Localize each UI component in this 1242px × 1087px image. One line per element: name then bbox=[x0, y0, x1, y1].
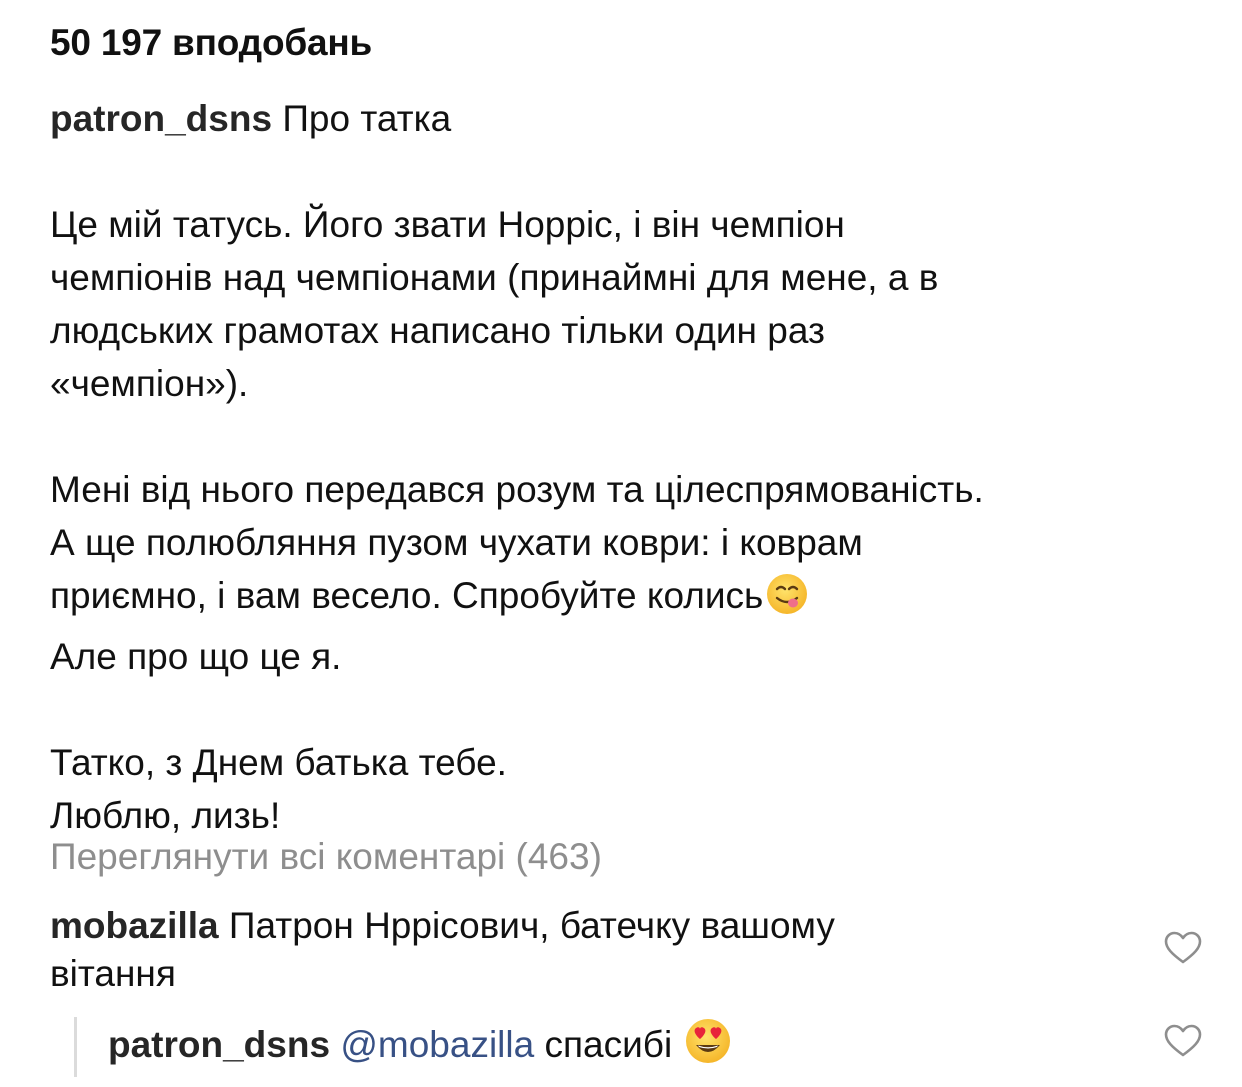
caption-author-username[interactable]: patron_dsns bbox=[50, 98, 272, 139]
caption-line-with-emoji: приємно, і вам весело. Спробуйте колись bbox=[50, 569, 1200, 630]
heart-eyes-emoji bbox=[684, 1017, 732, 1077]
heart-outline-icon bbox=[1164, 931, 1202, 964]
view-all-comments-link[interactable]: Переглянути всі коментарі (463) bbox=[50, 836, 602, 878]
caption-line: Це мій татусь. Його звати Норріс, і він … bbox=[50, 204, 845, 245]
caption-line: «чемпіон»). bbox=[50, 363, 249, 404]
comment-body: mobazilla Патрон Нррісович, батечку вашо… bbox=[50, 902, 1050, 950]
comment-text-continued: вітання bbox=[50, 953, 176, 994]
reply-text: спасибі bbox=[544, 1024, 673, 1065]
yum-face-emoji bbox=[765, 572, 809, 630]
comment-text: Патрон Нррісович, батечку вашому bbox=[228, 905, 835, 946]
caption-line: чемпіонів над чемпіонами (принаймні для … bbox=[50, 257, 939, 298]
caption-first-line: patron_dsns Про татка bbox=[50, 92, 1200, 145]
comment-item: mobazilla Патрон Нррісович, батечку вашо… bbox=[50, 902, 1050, 998]
caption-line: Але про що це я. bbox=[50, 636, 342, 677]
caption-line-text: приємно, і вам весело. Спробуйте колись bbox=[50, 575, 764, 616]
caption-line: Татко, з Днем батька тебе. bbox=[50, 742, 507, 783]
reply-username[interactable]: patron_dsns bbox=[108, 1024, 330, 1065]
caption-line: Про татка bbox=[282, 98, 452, 139]
comment-username[interactable]: mobazilla bbox=[50, 905, 219, 946]
reply-mention-link[interactable]: @mobazilla bbox=[340, 1024, 534, 1065]
likes-count[interactable]: 50 197 вподобань bbox=[50, 22, 372, 64]
caption-line: людських грамотах написано тільки один р… bbox=[50, 310, 825, 351]
reply-item: patron_dsns @mobazilla спасибі bbox=[74, 1017, 1108, 1077]
caption-line: А ще полюбляння пузом чухати коври: і ко… bbox=[50, 522, 863, 563]
comment-like-button[interactable] bbox=[1164, 931, 1202, 965]
heart-outline-icon bbox=[1164, 1024, 1202, 1057]
post-caption: patron_dsns Про татка Це мій татусь. Йог… bbox=[50, 92, 1200, 842]
caption-line: Мені від нього передався розум та цілесп… bbox=[50, 469, 984, 510]
caption-line: Люблю, лизь! bbox=[50, 795, 281, 836]
reply-like-button[interactable] bbox=[1164, 1024, 1202, 1058]
